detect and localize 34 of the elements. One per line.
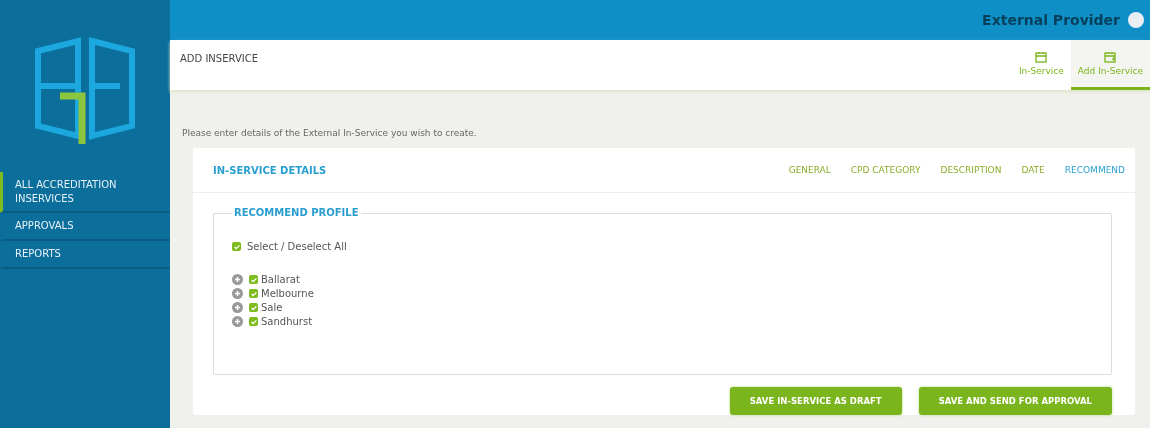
checkbox[interactable] (249, 275, 258, 284)
tab[interactable]: In-Service (1011, 40, 1071, 90)
calendar-icon (1035, 51, 1048, 63)
section-link[interactable]: GENERAL (788, 165, 831, 175)
sidebar-item[interactable]: ALL ACCREDITATION INSERVICES (0, 172, 170, 213)
tree-item-label[interactable]: Sale (261, 302, 283, 313)
tree-item-label[interactable]: Melbourne (261, 288, 314, 299)
checkbox-label: Select / Deselect All (247, 241, 347, 252)
page-title: ADD INSERVICE (179, 52, 259, 66)
user-name: External Provider (982, 12, 1120, 28)
checkbox[interactable] (249, 303, 258, 312)
fieldset-legend: RECOMMEND PROFILE (232, 207, 361, 218)
card-title: IN-SERVICE DETAILS (213, 164, 327, 176)
expand-icon[interactable] (232, 274, 243, 285)
checkbox[interactable] (232, 242, 241, 251)
expand-icon[interactable] (232, 302, 243, 313)
avatar-icon[interactable] (1128, 12, 1144, 28)
tree-item-label[interactable]: Sandhurst (261, 316, 313, 327)
section-link[interactable]: DATE (1021, 165, 1045, 175)
tree-item-label[interactable]: Ballarat (261, 274, 300, 285)
action-button[interactable]: SAVE AND SEND FOR APPROVAL (918, 387, 1112, 415)
intro-text: Please enter details of the External In-Service you wish to create. (181, 127, 478, 140)
calendar-plus-icon (1104, 51, 1117, 63)
expand-icon[interactable] (232, 316, 243, 327)
section-link[interactable]: RECOMMEND (1064, 165, 1125, 175)
tab[interactable]: Add In-Service (1070, 40, 1150, 90)
action-button[interactable]: SAVE IN-SERVICE AS DRAFT (729, 387, 902, 415)
sidebar-item[interactable]: REPORTS (0, 241, 170, 269)
section-link[interactable]: DESCRIPTION (940, 165, 1002, 175)
sidebar-item[interactable]: APPROVALS (0, 213, 170, 241)
checkbox[interactable] (249, 289, 258, 298)
expand-icon[interactable] (232, 288, 243, 299)
checkbox[interactable] (249, 317, 258, 326)
section-link[interactable]: CPD CATEGORY (850, 165, 921, 175)
